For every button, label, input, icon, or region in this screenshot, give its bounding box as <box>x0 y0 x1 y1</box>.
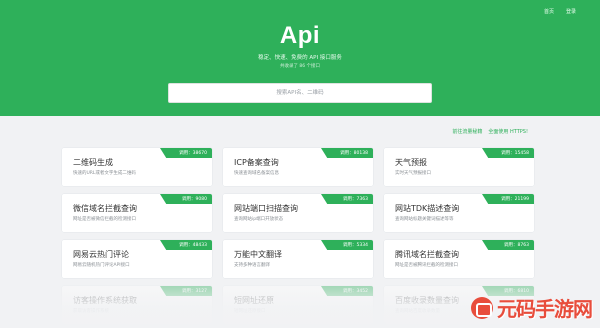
api-card-qrcode[interactable]: 调用：38670 二维码生成 快速的URL或者文字生成二维码 <box>62 148 212 186</box>
card-title: 二维码生成 <box>73 158 113 167</box>
card-desc: 查询网站ip端口开放状态 <box>234 217 284 222</box>
card-title: 微信域名拦截查询 <box>73 204 137 213</box>
card-desc: 快速的URL或者文字生成二维码 <box>73 171 136 176</box>
top-nav: 首页 登录 <box>544 8 576 15</box>
card-title: 万能中文翻译 <box>234 250 282 259</box>
info-links: 前往流量秘籍 全面使用 HTTPS! <box>452 128 528 135</box>
api-card-tdk[interactable]: 调用：21199 网站TDK描述查询 查询网站标题关键词描述等等 <box>384 194 534 232</box>
usage-badge: 调用：48433 <box>160 240 212 250</box>
usage-badge: 调用：3452 <box>321 286 373 296</box>
https-link[interactable]: 全面使用 HTTPS! <box>488 128 528 135</box>
nav-login-link[interactable]: 登录 <box>566 8 576 15</box>
api-card-translate[interactable]: 调用：5334 万能中文翻译 支持多种语言翻译 <box>223 240 373 278</box>
api-card-tencent-block[interactable]: 调用：8763 腾讯域名拦截查询 网址是否被腾讯拦截的检测接口 <box>384 240 534 278</box>
card-title: 腾讯域名拦截查询 <box>395 250 459 259</box>
card-title: 天气预报 <box>395 158 427 167</box>
watermark: 元码手游网 <box>471 293 593 322</box>
card-title: 网站端口扫描查询 <box>234 204 298 213</box>
card-desc: 网易云随机热门评论API接口 <box>73 263 130 268</box>
card-desc: 快速查询域名备案信息 <box>234 171 279 176</box>
usage-badge: 调用：5334 <box>321 240 373 250</box>
card-title: 短网址还原 <box>234 296 274 305</box>
nav-home-link[interactable]: 首页 <box>544 8 554 15</box>
watermark-logo-icon <box>471 296 493 319</box>
usage-badge: 调用：21199 <box>482 194 534 204</box>
usage-badge: 调用：80138 <box>321 148 373 158</box>
card-title: 百度收录数量查询 <box>395 296 459 305</box>
api-card-icp[interactable]: 调用：80138 ICP备案查询 快速查询域名备案信息 <box>223 148 373 186</box>
card-desc: 查询网站百度收录数量 <box>395 309 440 314</box>
watermark-text: 元码手游网 <box>497 297 593 321</box>
api-card-visitor-os[interactable]: 调用：3127 访客操作系统获取 获取访客操作系统 <box>62 286 212 324</box>
card-title: 网易云热门评论 <box>73 250 129 259</box>
site-title: Api <box>279 22 321 49</box>
card-title: ICP备案查询 <box>234 158 279 167</box>
card-desc: 获取访客操作系统 <box>73 309 109 314</box>
api-count: 共收录了 86 个接口 <box>279 64 321 69</box>
usage-badge: 调用：3127 <box>160 286 212 296</box>
card-desc: 网址是否被微信拦截的检测接口 <box>73 217 136 222</box>
api-card-weather[interactable]: 调用：15458 天气预报 实时天气预报接口 <box>384 148 534 186</box>
api-card-wechat-block[interactable]: 调用：9080 微信域名拦截查询 网址是否被微信拦截的检测接口 <box>62 194 212 232</box>
card-desc: 实时天气预报接口 <box>395 171 431 176</box>
card-title: 网站TDK描述查询 <box>395 204 460 213</box>
search-input[interactable]: 搜索API名、二维码 <box>168 83 432 103</box>
site-subtitle: 稳定、快速、免费的 API 接口服务 <box>258 55 342 61</box>
card-desc: 支持多种语言翻译 <box>234 263 270 268</box>
hero-banner: 首页 登录 Api 稳定、快速、免费的 API 接口服务 共收录了 86 个接口… <box>0 0 600 116</box>
card-desc: 网址是否被腾讯拦截的检测接口 <box>395 263 458 268</box>
api-card-netease-comment[interactable]: 调用：48433 网易云热门评论 网易云随机热门评论API接口 <box>62 240 212 278</box>
usage-badge: 调用：9080 <box>160 194 212 204</box>
usage-badge: 调用：15458 <box>482 148 534 158</box>
card-desc: 查询网站标题关键词描述等等 <box>395 217 454 222</box>
usage-badge: 调用：38670 <box>160 148 212 158</box>
card-title: 访客操作系统获取 <box>73 296 137 305</box>
api-card-port-scan[interactable]: 调用：7363 网站端口扫描查询 查询网站ip端口开放状态 <box>223 194 373 232</box>
api-card-short-url[interactable]: 调用：3452 短网址还原 短网址还原接口 <box>223 286 373 324</box>
usage-badge: 调用：8763 <box>482 240 534 250</box>
card-desc: 短网址还原接口 <box>234 309 266 314</box>
usage-badge: 调用：7363 <box>321 194 373 204</box>
traffic-guide-link[interactable]: 前往流量秘籍 <box>452 128 482 135</box>
